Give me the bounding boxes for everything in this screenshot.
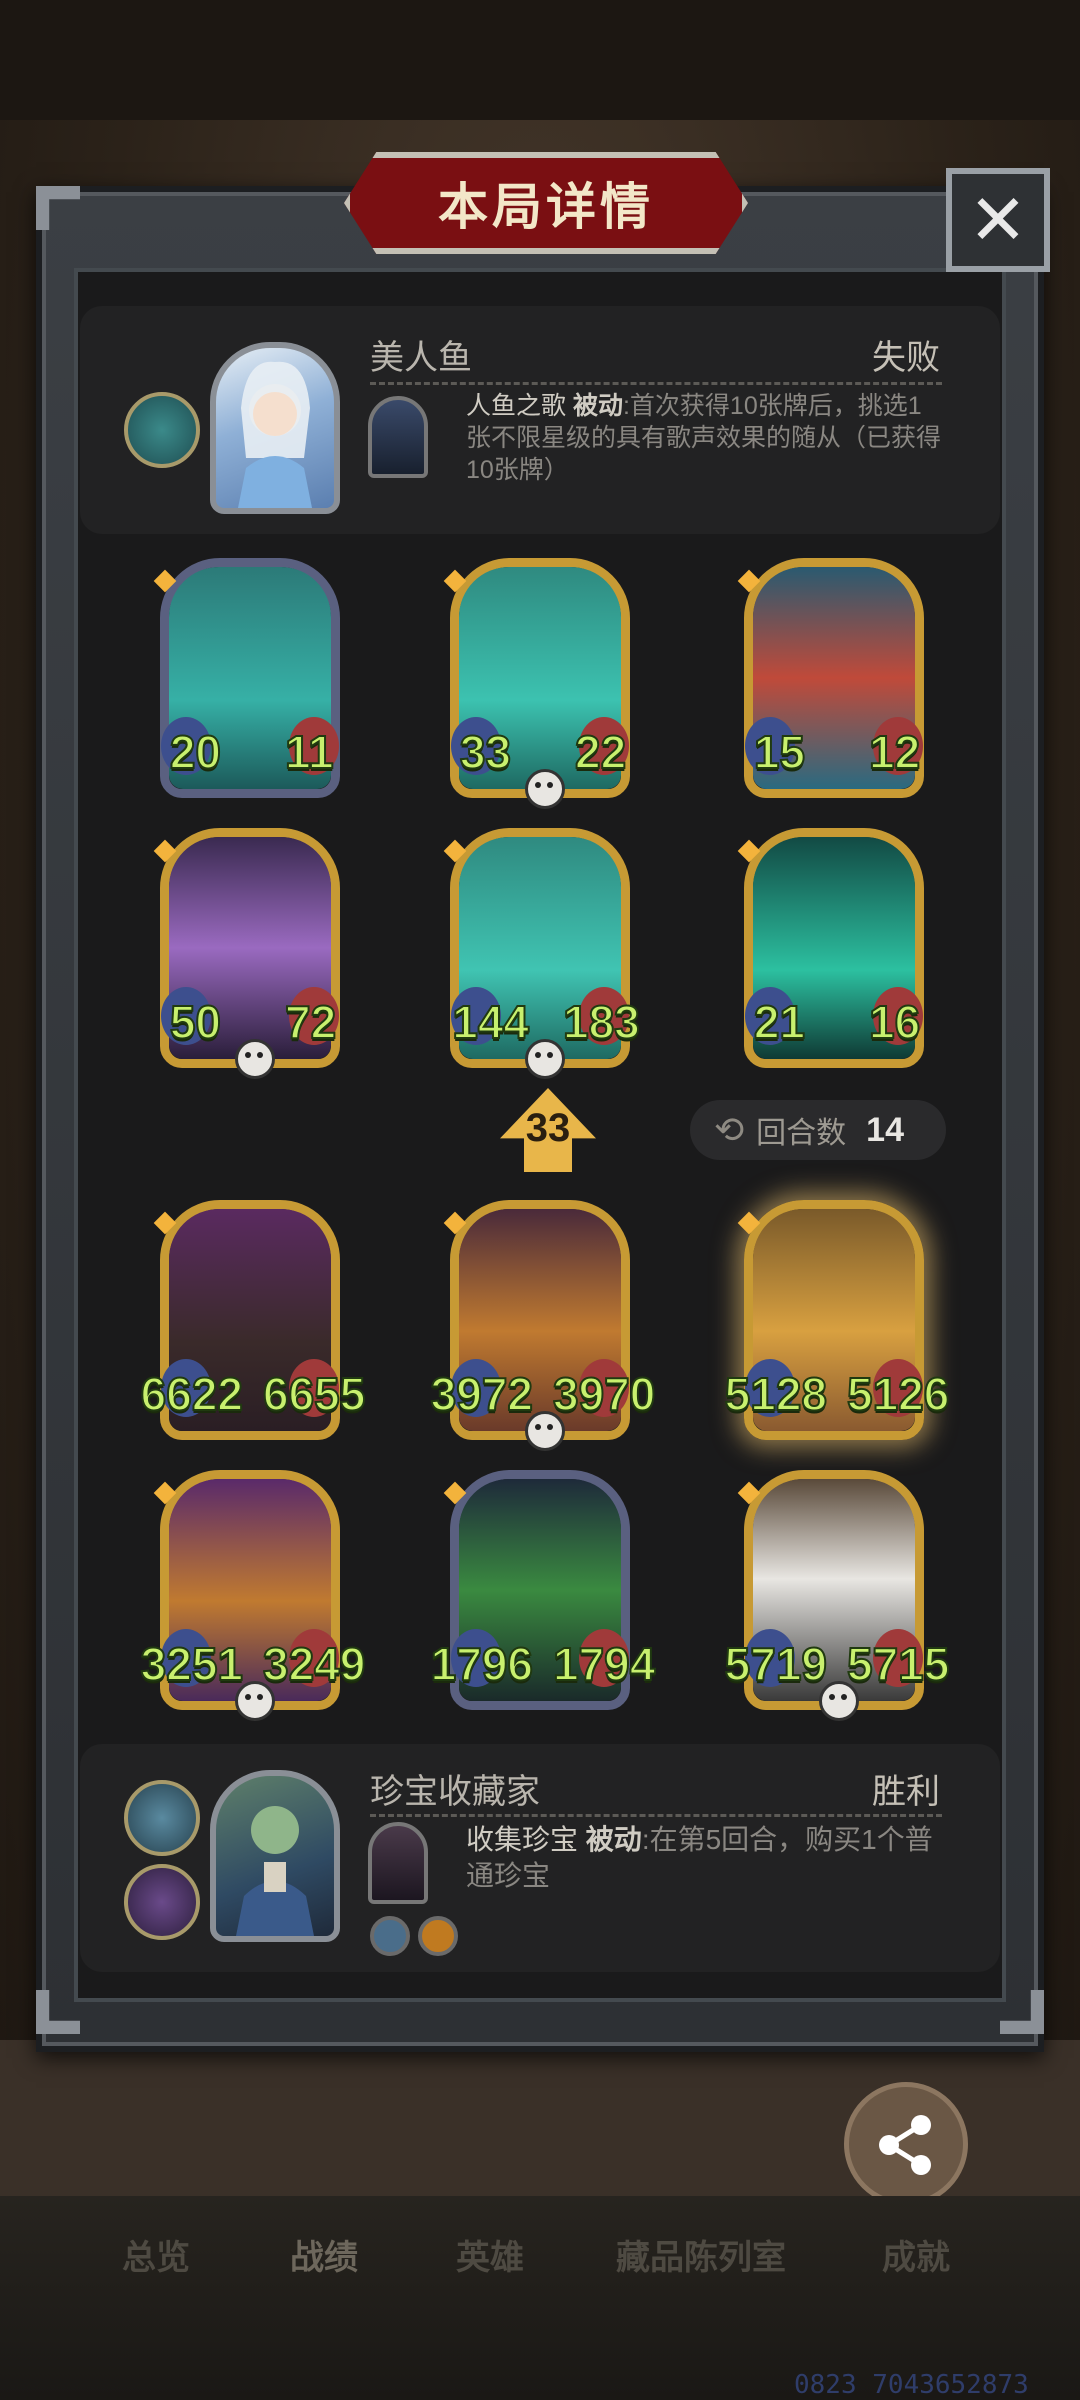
minion-card[interactable]: 20 11 bbox=[153, 558, 340, 798]
attack-value: 50 bbox=[169, 995, 222, 1049]
opponent-hero-power-icon[interactable] bbox=[368, 396, 428, 478]
deathrattle-skull-icon bbox=[525, 769, 565, 809]
minion-card[interactable]: 33 22 bbox=[443, 558, 630, 809]
player-panel: 珍宝收藏家 胜利 收集珍宝 被动:在第5回合，购买1个普通珍宝 bbox=[80, 1744, 1000, 1972]
minion-card[interactable]: 3972 3970 bbox=[430, 1200, 656, 1451]
minion-card[interactable]: 5128 5126 bbox=[724, 1200, 950, 1440]
health-value: 5126 bbox=[846, 1367, 950, 1421]
health-value: 6655 bbox=[262, 1367, 366, 1421]
health-value: 3970 bbox=[552, 1367, 656, 1421]
deathrattle-skull-icon bbox=[525, 1039, 565, 1079]
player-name: 珍宝收藏家 bbox=[370, 1773, 540, 1811]
minion-card[interactable]: 5719 5715 bbox=[724, 1470, 950, 1721]
player-id: 0823 7043652873 bbox=[794, 2370, 1029, 2400]
tab-achievements[interactable]: 成就 bbox=[882, 2230, 950, 2279]
health-value: 16 bbox=[868, 995, 921, 1049]
deathrattle-skull-icon bbox=[819, 1681, 859, 1721]
attack-value: 3251 bbox=[140, 1637, 244, 1691]
opponent-hero-avatar[interactable] bbox=[210, 342, 340, 514]
divider bbox=[370, 382, 942, 385]
share-button[interactable] bbox=[844, 2082, 968, 2206]
tavern-tier-value: 33 bbox=[525, 1106, 571, 1150]
health-value: 5715 bbox=[846, 1637, 950, 1691]
health-value: 183 bbox=[562, 995, 641, 1049]
round-value: 14 bbox=[866, 1110, 904, 1149]
opponent-result: 失败 bbox=[872, 339, 940, 377]
sword-trinket-small-icon bbox=[370, 1916, 410, 1956]
minion-card[interactable]: 15 12 bbox=[737, 558, 924, 798]
player-skill-description: 收集珍宝 被动:在第5回合，购买1个普通珍宝 bbox=[466, 1822, 946, 1894]
deathrattle-skull-icon bbox=[235, 1039, 275, 1079]
deathrattle-skull-icon bbox=[525, 1411, 565, 1451]
mermaid-hero-art bbox=[238, 361, 312, 508]
opponent-skill-name: 人鱼之歌 bbox=[466, 392, 567, 420]
minion-card[interactable]: 6622 6655 bbox=[140, 1200, 366, 1440]
player-hero-avatar[interactable] bbox=[210, 1770, 340, 1942]
player-trinket-sword-icon[interactable] bbox=[124, 1780, 200, 1856]
health-value: 3249 bbox=[262, 1637, 366, 1691]
attack-value: 6622 bbox=[140, 1367, 244, 1421]
close-button[interactable]: ✕ bbox=[946, 168, 1050, 272]
opponent-skill-description: 人鱼之歌 被动:首次获得10张牌后，挑选1张不限星级的具有歌声效果的随从（已获得… bbox=[466, 390, 946, 486]
player-result: 胜利 bbox=[872, 1773, 940, 1811]
round-label: 回合数 bbox=[756, 1117, 847, 1150]
attack-value: 21 bbox=[753, 995, 806, 1049]
close-icon: ✕ bbox=[968, 181, 1028, 259]
tab-records[interactable]: 战绩 bbox=[290, 2230, 358, 2279]
minion-card[interactable]: 144 183 bbox=[443, 828, 641, 1079]
health-value: 72 bbox=[284, 995, 337, 1049]
minion-card[interactable]: 21 16 bbox=[737, 828, 924, 1068]
attack-value: 5128 bbox=[724, 1367, 828, 1421]
top-background bbox=[0, 0, 1080, 120]
attack-value: 15 bbox=[753, 725, 806, 779]
gold-trinket-small-icon bbox=[418, 1916, 458, 1956]
opponent-skill-type: 被动 bbox=[572, 392, 623, 420]
deathrattle-skull-icon bbox=[235, 1681, 275, 1721]
refresh-icon: ⟲ bbox=[714, 1109, 745, 1150]
minion-card[interactable]: 1796 1794 bbox=[430, 1470, 656, 1710]
round-counter: ⟲ 回合数 14 bbox=[690, 1100, 946, 1160]
attack-value: 33 bbox=[459, 725, 512, 779]
share-icon bbox=[879, 2115, 931, 2175]
health-value: 11 bbox=[284, 725, 335, 779]
health-value: 1794 bbox=[552, 1637, 656, 1691]
minion-card[interactable]: 3251 3249 bbox=[140, 1470, 366, 1721]
divider bbox=[370, 1814, 942, 1817]
health-value: 22 bbox=[574, 725, 627, 779]
tab-overview[interactable]: 总览 bbox=[122, 2230, 190, 2279]
dialog-title: 本局详情 bbox=[344, 152, 748, 254]
attack-value: 144 bbox=[451, 995, 530, 1049]
opponent-name: 美人鱼 bbox=[370, 339, 472, 377]
player-hero-power-icon[interactable] bbox=[368, 1822, 428, 1904]
tab-heroes[interactable]: 英雄 bbox=[456, 2230, 524, 2279]
player-skill-name: 收集珍宝 bbox=[466, 1824, 579, 1855]
player-trinket-dagger-icon[interactable] bbox=[124, 1864, 200, 1940]
tab-collection-room[interactable]: 藏品陈列室 bbox=[616, 2230, 786, 2279]
attack-value: 20 bbox=[169, 725, 222, 779]
attack-value: 5719 bbox=[724, 1637, 828, 1691]
attack-value: 3972 bbox=[430, 1367, 534, 1421]
health-value: 12 bbox=[868, 725, 921, 779]
opponent-trinket-icon[interactable] bbox=[124, 392, 200, 468]
collector-hero-art bbox=[236, 1806, 314, 1936]
minion-card[interactable]: 50 72 bbox=[153, 828, 340, 1079]
attack-value: 1796 bbox=[430, 1637, 534, 1691]
player-skill-type: 被动 bbox=[585, 1824, 642, 1855]
opponent-panel: 美人鱼 失败 人鱼之歌 被动:首次获得10张牌后，挑选1张不限星级的具有歌声效果… bbox=[80, 306, 1000, 534]
